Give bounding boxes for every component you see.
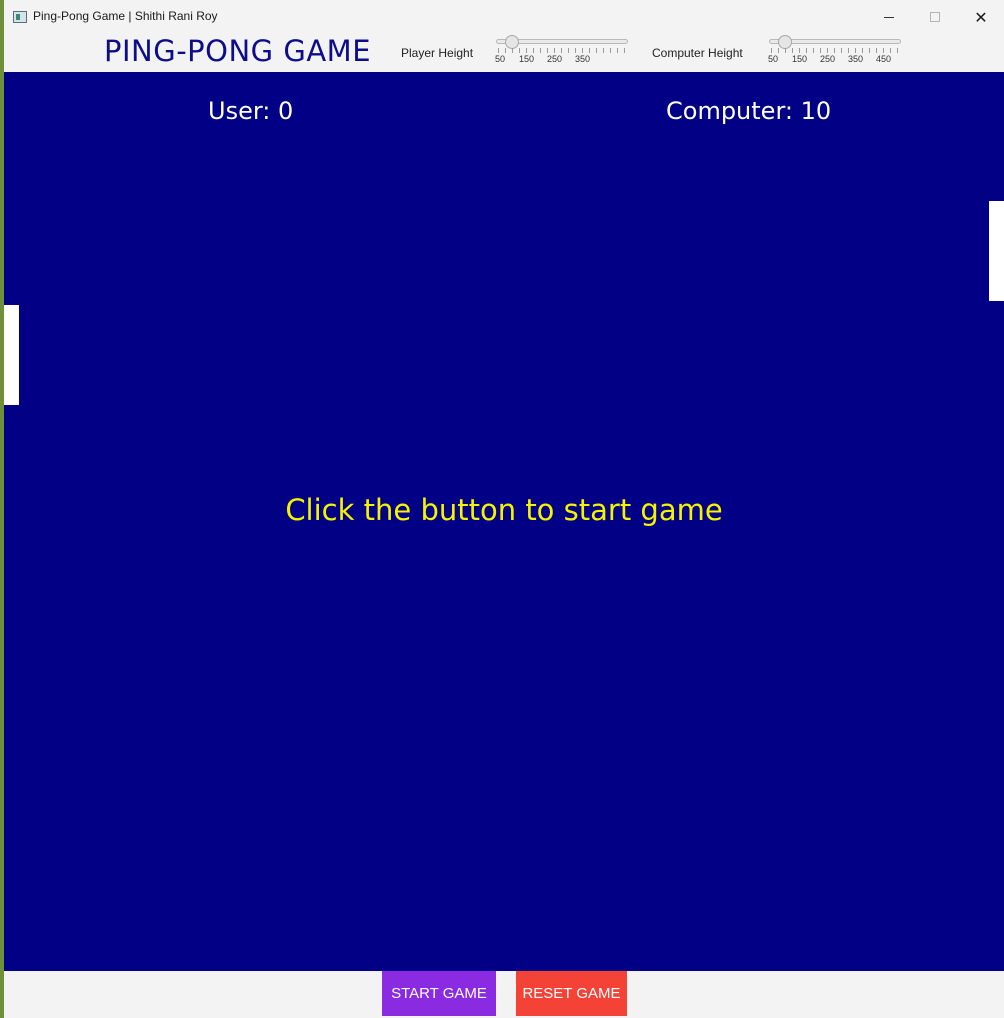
close-icon: ✕ (974, 7, 988, 27)
slider-thumb[interactable] (505, 35, 519, 49)
player-paddle[interactable] (4, 305, 19, 405)
user-score: User: 0 (208, 97, 294, 125)
toolbar: PING-PONG GAME Player Height 50 150 250 … (4, 34, 1004, 72)
close-button[interactable]: ✕ (958, 0, 1004, 34)
game-court[interactable]: User: 0 Computer: 10 Click the button to… (4, 72, 1004, 971)
player-height-slider[interactable]: 50 150 250 350 (495, 35, 628, 70)
maximize-icon (930, 12, 940, 22)
slider-ticks (771, 48, 899, 53)
tick-label: 150 (792, 54, 808, 64)
slider-tick-labels: 50 150 250 350 450 (768, 54, 901, 66)
minimize-icon (884, 16, 894, 18)
maximize-button[interactable] (912, 0, 958, 34)
slider-ticks (498, 48, 626, 53)
tick-label: 150 (519, 54, 535, 64)
tick-label: 50 (495, 54, 506, 64)
game-title: PING-PONG GAME (104, 34, 372, 68)
slider-tick-labels: 50 150 250 350 (495, 54, 628, 66)
start-game-button[interactable]: START GAME (382, 971, 496, 1016)
computer-paddle (989, 201, 1004, 301)
app-window: Ping-Pong Game | Shithi Rani Roy ✕ PING-… (4, 0, 1004, 1018)
tick-label: 450 (876, 54, 892, 64)
tick-label: 250 (547, 54, 563, 64)
computer-height-slider[interactable]: 50 150 250 350 450 (768, 35, 901, 70)
bottom-bar: START GAME RESET GAME (4, 971, 1004, 1018)
tick-label: 50 (768, 54, 779, 64)
slider-thumb[interactable] (778, 35, 792, 49)
computer-score: Computer: 10 (666, 97, 832, 125)
app-icon (13, 11, 27, 23)
tick-label: 350 (848, 54, 864, 64)
player-height-label: Player Height (401, 46, 474, 60)
title-bar[interactable]: Ping-Pong Game | Shithi Rani Roy ✕ (4, 0, 1004, 34)
computer-height-label: Computer Height (652, 46, 743, 60)
reset-game-button[interactable]: RESET GAME (516, 971, 627, 1016)
tick-label: 250 (820, 54, 836, 64)
tick-label: 350 (575, 54, 591, 64)
window-title: Ping-Pong Game | Shithi Rani Roy (33, 9, 218, 23)
start-message: Click the button to start game (285, 493, 723, 527)
minimize-button[interactable] (866, 0, 912, 34)
